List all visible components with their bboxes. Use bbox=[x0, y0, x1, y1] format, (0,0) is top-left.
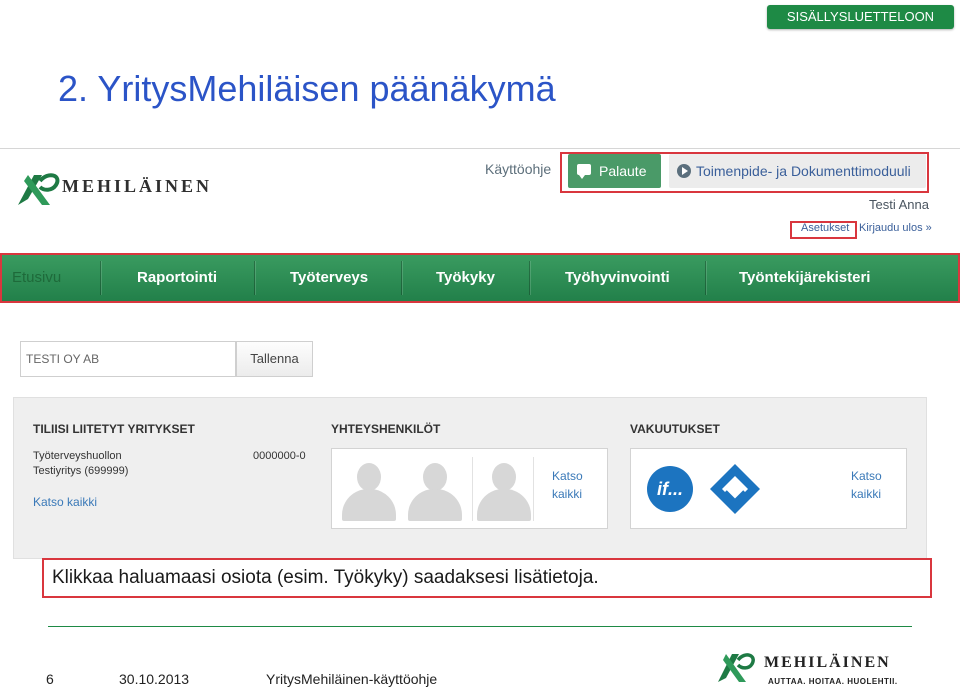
companies-title: TILIISI LIITETYT YRITYKSET bbox=[33, 422, 195, 436]
toc-button[interactable]: SISÄLLYSLUETTELOON bbox=[767, 5, 954, 29]
nav-item-reporting[interactable]: Raportointi bbox=[137, 255, 217, 301]
contacts-title: YHTEYSHENKILÖT bbox=[331, 422, 441, 436]
feedback-button-label: Palaute bbox=[599, 163, 647, 179]
nav-item-work-ability[interactable]: Työkyky bbox=[436, 255, 495, 301]
person-placeholder-icon bbox=[472, 457, 534, 521]
company-input[interactable] bbox=[20, 341, 236, 377]
nav-item-home[interactable]: Etusivu bbox=[12, 255, 61, 301]
company-row-name: Testiyritys (699999) bbox=[33, 465, 129, 477]
footer-tagline: AUTTAA. HOITAA. HUOLEHTII. bbox=[768, 677, 898, 686]
footer-divider bbox=[48, 626, 912, 627]
speech-bubble-icon bbox=[577, 164, 591, 179]
nav-item-occupational-health[interactable]: Työterveys bbox=[290, 255, 368, 301]
insurances-see-all-link[interactable]: Katso bbox=[851, 469, 882, 483]
main-nav: Etusivu Raportointi Työterveys Työkyky T… bbox=[0, 253, 960, 303]
app-screenshot: MEHILÄINEN Käyttöohje Palaute Toimenpide… bbox=[0, 148, 960, 559]
user-name: Testi Anna bbox=[869, 197, 929, 212]
save-button[interactable]: Tallenna bbox=[236, 341, 313, 377]
contacts-card: Katso kaikki bbox=[331, 448, 608, 529]
person-placeholder-icon bbox=[338, 457, 398, 521]
insurances-card: if... Katso kaikki bbox=[630, 448, 907, 529]
company-row-id: 0000000-0 bbox=[253, 450, 306, 462]
nav-item-employee-registry[interactable]: Työntekijärekisteri bbox=[739, 255, 870, 301]
contacts-see-all-link[interactable]: kaikki bbox=[552, 487, 582, 501]
contacts-see-all-link[interactable]: Katso bbox=[552, 469, 583, 483]
insurances-title: VAKUUTUKSET bbox=[630, 422, 720, 436]
page-title: 2. YritysMehiläisen päänäkymä bbox=[58, 68, 556, 109]
if-insurance-logo[interactable]: if... bbox=[647, 466, 693, 512]
company-row-name: Työterveyshuollon bbox=[33, 450, 122, 462]
insurance-company-logo-icon[interactable] bbox=[707, 461, 763, 517]
settings-link[interactable]: Asetukset bbox=[801, 222, 849, 234]
logout-link[interactable]: Kirjaudu ulos » bbox=[859, 222, 932, 234]
help-link[interactable]: Käyttöohje bbox=[485, 161, 551, 177]
module-button[interactable]: Toimenpide- ja Dokumenttimoduuli bbox=[669, 154, 926, 188]
feedback-button[interactable]: Palaute bbox=[568, 154, 661, 188]
footer-date: 30.10.2013 bbox=[119, 671, 190, 687]
insurances-see-all-link[interactable]: kaikki bbox=[851, 487, 881, 501]
footer-page-number: 6 bbox=[46, 671, 54, 687]
companies-see-all-link[interactable]: Katso kaikki bbox=[33, 495, 97, 509]
caption-text: Klikkaa haluamaasi osiota (esim. Työkyky… bbox=[52, 567, 599, 588]
dashboard-panel: TILIISI LIITETYT YRITYKSET Työterveyshuo… bbox=[13, 397, 927, 559]
nav-item-wellbeing[interactable]: Työhyvinvointi bbox=[565, 255, 670, 301]
footer-logo-icon bbox=[718, 653, 755, 682]
footer-guide-name: YritysMehiläinen-käyttöohje bbox=[266, 671, 438, 687]
footer-logo-text: MEHILÄINEN bbox=[764, 654, 891, 671]
play-circle-icon bbox=[677, 164, 691, 178]
module-button-label: Toimenpide- ja Dokumenttimoduuli bbox=[696, 163, 911, 179]
person-placeholder-icon bbox=[404, 457, 464, 521]
logo-text: MEHILÄINEN bbox=[62, 176, 213, 196]
